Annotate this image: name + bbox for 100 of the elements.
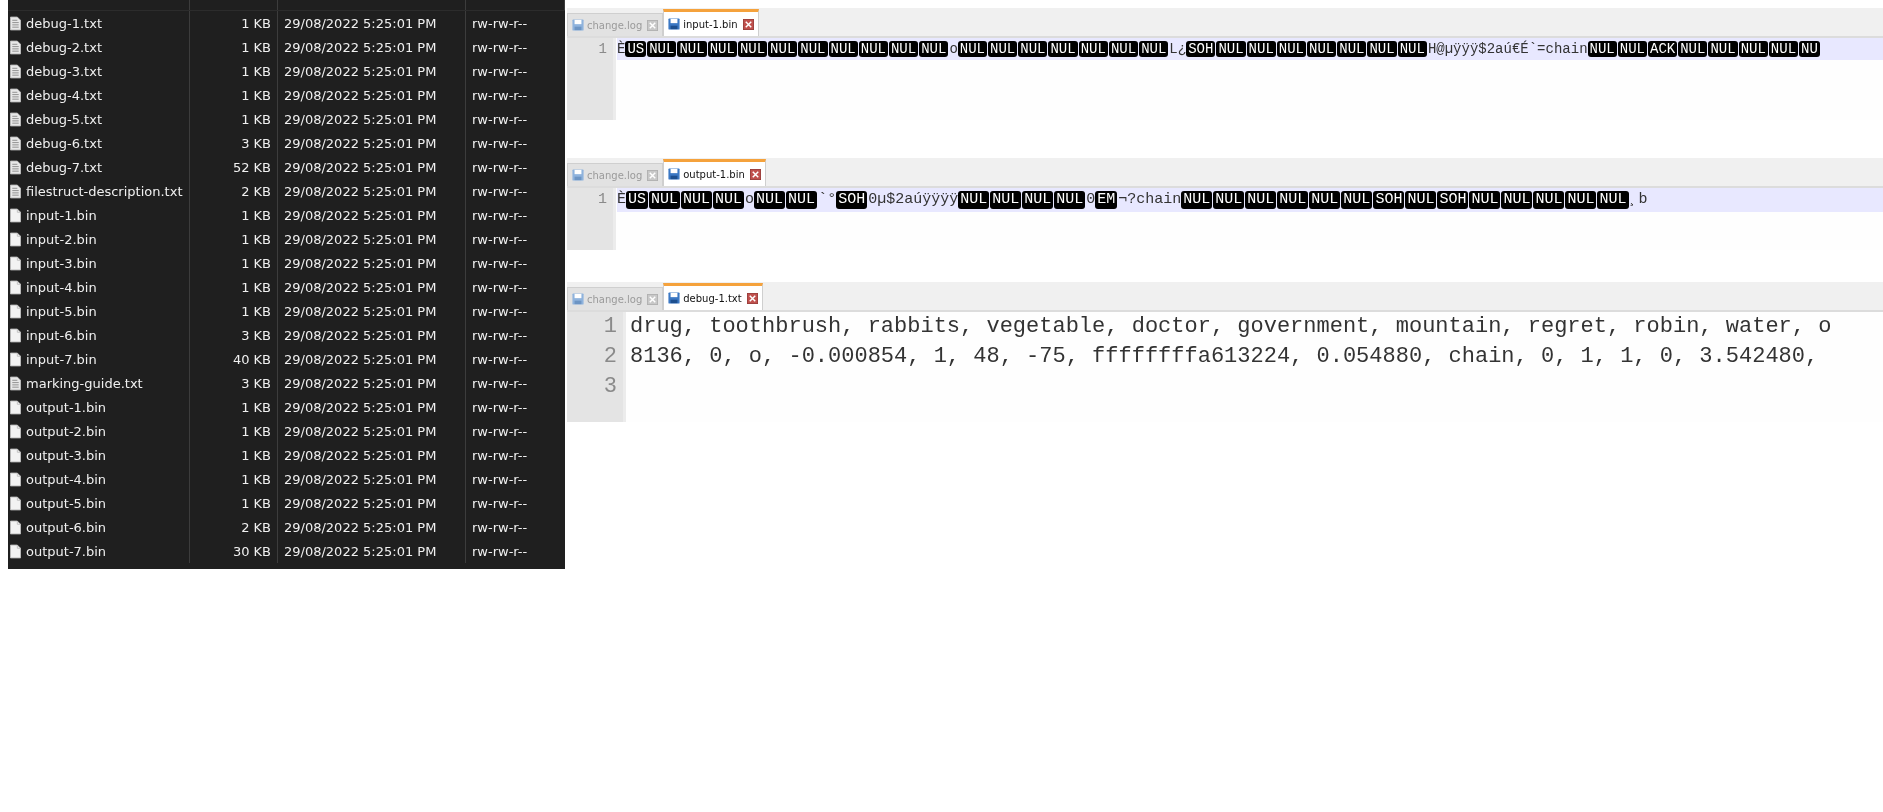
code-text: È	[617, 39, 626, 59]
file-name[interactable]: input-3.bin	[26, 255, 97, 271]
text-editor[interactable]: 1 È US NUL NUL NUL NUL NUL NUL NUL NUL NUL NUL o NUL NUL NUL NUL NUL NUL NUL L¿SOH NUL NUL NUL NUL NUL NUL NUL H@µÿÿÿ$2aú€É`=chain NUL NUL ACK NUL NUL NUL NUL NU	[567, 38, 1883, 120]
file-size: 52 KB	[232, 159, 271, 175]
control-char: NUL	[1181, 191, 1213, 209]
file-name[interactable]: debug-3.txt	[26, 63, 102, 79]
control-char: NUL	[1054, 191, 1086, 209]
file-permissions: rw-rw-r--	[472, 207, 528, 223]
control-char: NUL	[1307, 40, 1337, 58]
file-modified-date: 29/08/2022 5:25:01 PM	[284, 135, 437, 151]
file-name[interactable]: output-7.bin	[26, 543, 107, 559]
control-char: NUL	[1341, 191, 1373, 209]
file-permissions: rw-rw-r--	[472, 111, 528, 127]
file-icon	[10, 279, 21, 295]
control-char: SOH	[1186, 40, 1216, 58]
file-permissions: rw-rw-r--	[472, 183, 528, 199]
file-modified-date: 29/08/2022 5:25:01 PM	[284, 159, 437, 175]
control-char: NUL	[1565, 191, 1597, 209]
control-char: NUL	[1405, 191, 1437, 209]
editor-tab[interactable]: debug-1.txt	[663, 283, 763, 310]
text-editor[interactable]: 1 ÈUS NUL NUL NUL o NUL NUL `°SOH 0µ$2aúÿÿÿÿNUL NUL NUL NUL 0EM ¬?chain NUL NUL NUL NUL NUL NUL SOH NUL SOH NUL NUL NUL NUL NUL ¸b	[567, 188, 1883, 250]
file-icon	[10, 231, 21, 247]
control-char: NUL	[1708, 40, 1738, 58]
control-char: NUL	[1501, 191, 1533, 209]
file-permissions: rw-rw-r--	[472, 399, 528, 415]
file-permissions: rw-rw-r--	[472, 423, 528, 439]
code-text: ¸b	[1629, 190, 1648, 210]
code-text: o	[745, 190, 755, 210]
control-char: NUL	[1022, 191, 1054, 209]
file-size: 1 KB	[241, 87, 271, 103]
file-name[interactable]: debug-5.txt	[26, 111, 102, 127]
file-name[interactable]: output-2.bin	[26, 423, 107, 439]
line-number: 1	[598, 41, 607, 57]
file-permissions: rw-rw-r--	[472, 495, 528, 511]
file-size: 1 KB	[241, 111, 271, 127]
file-name[interactable]: output-3.bin	[26, 447, 107, 463]
file-modified-date: 29/08/2022 5:25:01 PM	[284, 183, 437, 199]
editor-tab[interactable]: input-1.bin	[663, 9, 759, 36]
file-icon	[10, 543, 21, 559]
close-icon[interactable]	[746, 292, 758, 304]
control-char: NUL	[888, 40, 919, 58]
control-char: NUL	[737, 40, 768, 58]
control-char: SOH	[1373, 191, 1405, 209]
file-name[interactable]: debug-7.txt	[26, 159, 102, 175]
close-icon[interactable]	[749, 168, 761, 180]
control-char: NUL	[958, 191, 990, 209]
file-icon	[10, 207, 21, 223]
file-name[interactable]: input-6.bin	[26, 327, 97, 343]
file-modified-date: 29/08/2022 5:25:01 PM	[284, 375, 437, 391]
file-name[interactable]: input-5.bin	[26, 303, 97, 319]
control-char: NUL	[1397, 40, 1427, 58]
control-char: NU	[1799, 40, 1820, 58]
control-char: SOH	[836, 191, 868, 209]
control-char: NUL	[707, 40, 737, 58]
file-name[interactable]: filestruct-description.txt	[26, 183, 183, 199]
control-char: NUL	[754, 191, 786, 209]
file-name[interactable]: debug-1.txt	[26, 15, 102, 31]
file-modified-date: 29/08/2022 5:25:01 PM	[284, 351, 437, 367]
control-char: NUL	[1277, 191, 1309, 209]
text-file-icon	[10, 375, 21, 391]
file-modified-date: 29/08/2022 5:25:01 PM	[284, 519, 437, 535]
file-name[interactable]: output-1.bin	[26, 399, 107, 415]
file-name[interactable]: debug-4.txt	[26, 87, 102, 103]
file-name[interactable]: output-6.bin	[26, 519, 107, 535]
code-text: È	[617, 189, 626, 210]
file-name[interactable]: input-1.bin	[26, 207, 97, 223]
file-modified-date: 29/08/2022 5:25:01 PM	[284, 303, 437, 319]
control-char: NUL	[1469, 191, 1501, 209]
file-size: 1 KB	[241, 423, 271, 439]
file-name[interactable]: output-5.bin	[26, 495, 107, 511]
text-file-icon	[10, 39, 21, 55]
file-modified-date: 29/08/2022 5:25:01 PM	[284, 231, 437, 247]
file-name[interactable]: debug-6.txt	[26, 135, 102, 151]
file-permissions: rw-rw-r--	[472, 39, 528, 55]
control-char: NUL	[988, 40, 1018, 58]
file-name[interactable]: output-4.bin	[26, 471, 107, 487]
editor-tab[interactable]: output-1.bin	[663, 159, 766, 186]
file-icon	[10, 423, 21, 439]
code-text: 8136, 0, o, -0.000854, 1, 48, -75, ffffffffa613224, 0.054880, chain, 0, 1, 1, 0, 3.542480,	[630, 343, 1819, 371]
file-name[interactable]: input-2.bin	[26, 231, 97, 247]
control-char: NUL	[919, 40, 949, 58]
file-permissions: rw-rw-r--	[472, 279, 528, 295]
file-size: 1 KB	[241, 255, 271, 271]
file-modified-date: 29/08/2022 5:25:01 PM	[284, 63, 437, 79]
file-permissions: rw-rw-r--	[472, 255, 528, 271]
file-permissions: rw-rw-r--	[472, 447, 528, 463]
file-modified-date: 29/08/2022 5:25:01 PM	[284, 447, 437, 463]
close-icon[interactable]	[742, 18, 754, 30]
control-char: NUL	[957, 40, 988, 58]
code-text: `°	[818, 190, 837, 210]
code-text: 0	[1086, 190, 1096, 210]
file-name[interactable]: debug-2.txt	[26, 39, 102, 55]
control-char: NUL	[1678, 40, 1708, 58]
file-name[interactable]: input-4.bin	[26, 279, 97, 295]
file-name[interactable]: marking-guide.txt	[26, 375, 143, 391]
file-modified-date: 29/08/2022 5:25:01 PM	[284, 327, 437, 343]
file-size: 3 KB	[241, 375, 271, 391]
file-name[interactable]: input-7.bin	[26, 351, 97, 367]
control-char: NUL	[1597, 191, 1629, 209]
code-text: H@µÿÿÿ$2aú€É`=chain	[1427, 39, 1588, 59]
